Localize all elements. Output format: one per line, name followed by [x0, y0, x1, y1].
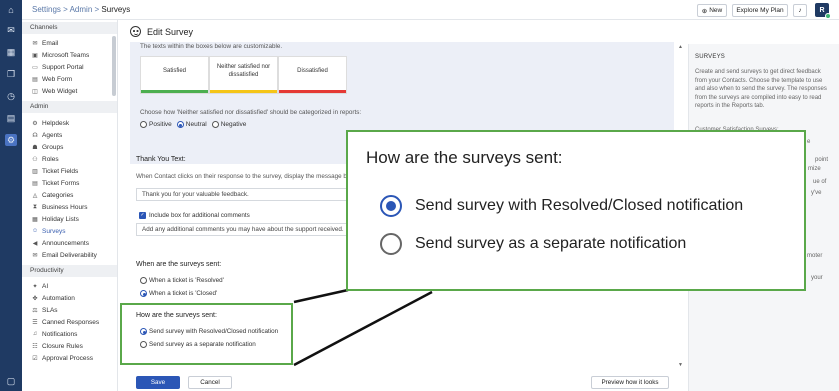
zoom-option-separate-notification[interactable]: Send survey as a separate notification — [380, 233, 686, 255]
zoom-callout: How are the surveys sent: Send survey wi… — [346, 130, 806, 291]
radio-selected-icon — [380, 195, 402, 217]
connector-line-bottom — [293, 290, 433, 367]
radio-icon — [380, 233, 402, 255]
zoom-header: How are the surveys sent: — [366, 148, 563, 167]
connector-line-top — [293, 288, 349, 304]
zoom-option-with-notification[interactable]: Send survey with Resolved/Closed notific… — [380, 195, 743, 217]
